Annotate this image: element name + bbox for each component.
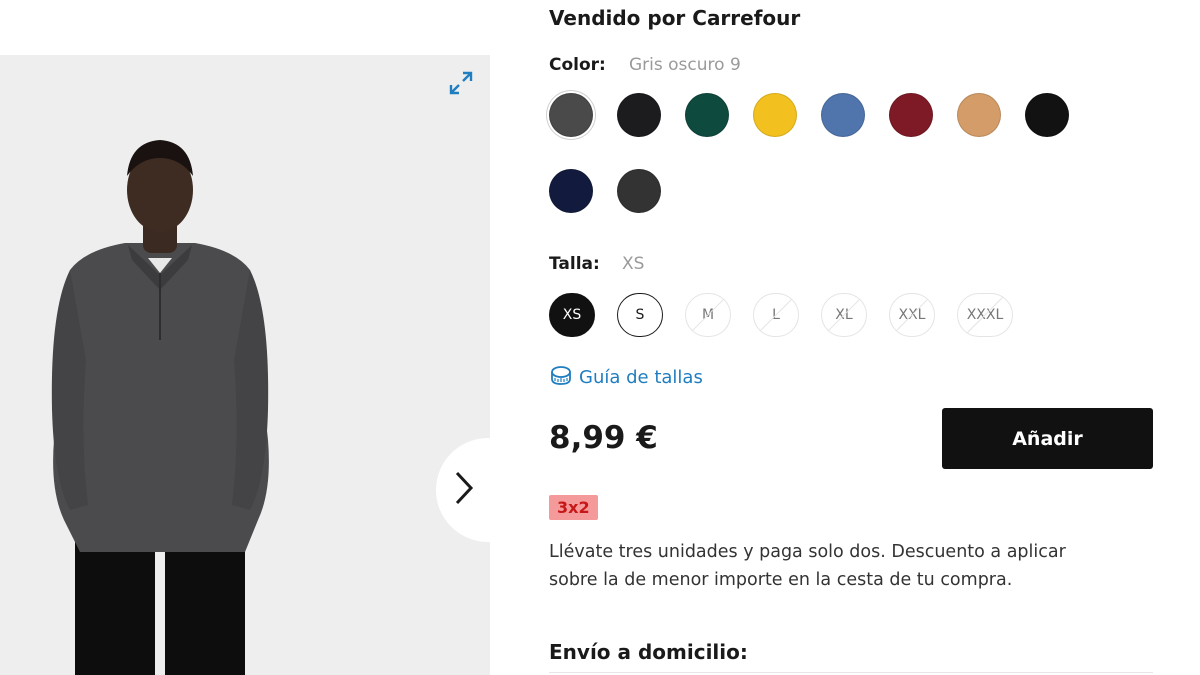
promo-badge: 3x2 bbox=[549, 495, 598, 520]
size-option-l[interactable]: L bbox=[753, 293, 799, 337]
seller-label: Vendido por Carrefour bbox=[549, 6, 801, 30]
size-option-xxl[interactable]: XXL bbox=[889, 293, 935, 337]
color-swatch[interactable] bbox=[549, 93, 593, 137]
selected-color-value: Gris oscuro 9 bbox=[629, 55, 741, 75]
color-swatch[interactable] bbox=[889, 93, 933, 137]
product-price: 8,99 € bbox=[549, 420, 658, 456]
color-swatch[interactable] bbox=[617, 93, 661, 137]
size-guide-link[interactable]: Guía de tallas bbox=[549, 364, 703, 391]
product-image[interactable] bbox=[40, 110, 280, 675]
expand-arrows-icon[interactable] bbox=[446, 68, 476, 98]
promo-description: Llévate tres unidades y paga solo dos. D… bbox=[549, 542, 1066, 590]
size-option-xxxl[interactable]: XXXL bbox=[957, 293, 1013, 337]
selected-size-value: XS bbox=[622, 254, 645, 274]
shipping-heading: Envío a domicilio: bbox=[549, 640, 748, 664]
size-options: XS S M L XL XXL XXXL bbox=[549, 293, 1029, 339]
color-swatch[interactable] bbox=[685, 93, 729, 137]
color-swatch[interactable] bbox=[821, 93, 865, 137]
chevron-right-icon bbox=[454, 470, 474, 510]
color-swatch[interactable] bbox=[957, 93, 1001, 137]
add-to-cart-button[interactable]: Añadir bbox=[942, 408, 1153, 469]
product-info: Vendido por Carrefour Color: Gris oscuro… bbox=[549, 0, 1169, 675]
measuring-tape-icon bbox=[549, 364, 579, 391]
color-swatch[interactable] bbox=[753, 93, 797, 137]
color-swatch[interactable] bbox=[549, 169, 593, 213]
divider bbox=[549, 672, 1153, 673]
color-swatch[interactable] bbox=[617, 169, 661, 213]
size-option-xl[interactable]: XL bbox=[821, 293, 867, 337]
size-label: Talla: bbox=[549, 254, 600, 274]
size-option-s[interactable]: S bbox=[617, 293, 663, 337]
color-swatch[interactable] bbox=[1025, 93, 1069, 137]
next-image-button[interactable] bbox=[436, 438, 490, 542]
color-label: Color: bbox=[549, 55, 606, 75]
size-option-xs[interactable]: XS bbox=[549, 293, 595, 337]
product-gallery bbox=[0, 55, 490, 675]
size-option-m[interactable]: M bbox=[685, 293, 731, 337]
size-guide-label: Guía de tallas bbox=[579, 367, 703, 388]
